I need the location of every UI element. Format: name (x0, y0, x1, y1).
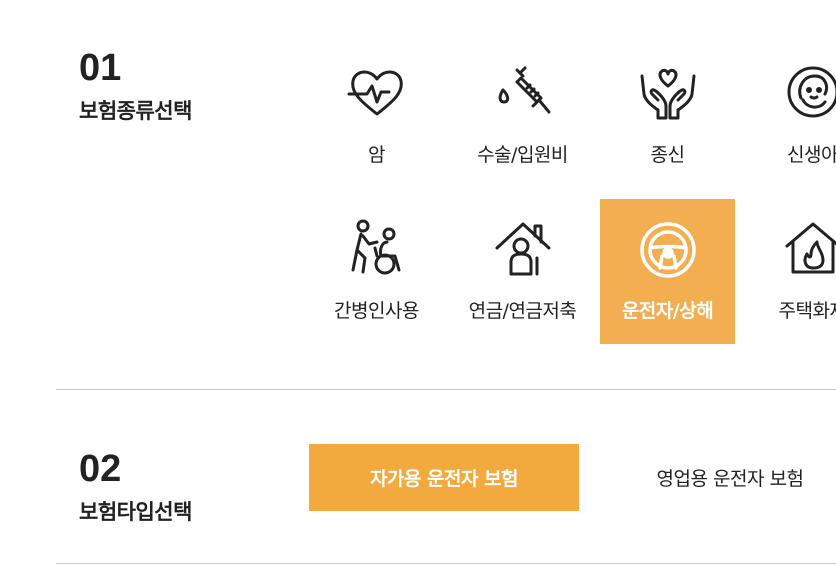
syringe-icon (498, 66, 550, 114)
category-caregiver[interactable]: 간병인사용 (309, 199, 444, 344)
category-label: 종신 (650, 144, 685, 166)
commercial-driver-insurance-button[interactable]: 영업용 운전자 보험 (595, 444, 836, 511)
private-driver-insurance-button[interactable]: 자가용 운전자 보험 (309, 444, 579, 511)
step-01-title: 보험종류선택 (79, 99, 192, 123)
section-divider (56, 563, 836, 564)
option-label: 자가용 운전자 보험 (369, 468, 519, 490)
section-divider (56, 389, 836, 390)
category-newborn[interactable]: 신생아 (745, 43, 836, 188)
category-house-fire[interactable]: 주택화재 (745, 199, 836, 344)
category-label: 신생아 (787, 144, 836, 166)
option-label: 영업용 운전자 보험 (656, 468, 804, 490)
steering-wheel-icon (639, 222, 696, 278)
category-label: 연금/연금저축 (468, 300, 577, 322)
step-01-number: 01 (79, 47, 122, 89)
hands-heart-icon (640, 68, 695, 120)
step-02-number: 02 (79, 448, 122, 490)
house-fire-icon (785, 222, 836, 274)
category-label: 간병인사용 (334, 300, 419, 322)
elder-home-icon (495, 222, 550, 276)
category-pension[interactable]: 연금/연금저축 (455, 199, 590, 344)
category-whole-life[interactable]: 종신 (600, 43, 735, 188)
caregiver-icon (351, 219, 400, 275)
category-driver-injury[interactable]: 운전자/상해 (600, 199, 735, 344)
step-02-title: 보험타입선택 (79, 500, 192, 524)
category-label: 주택화재 (778, 300, 836, 322)
category-cancer[interactable]: 암 (309, 43, 444, 188)
heart-pulse-icon (347, 70, 403, 116)
category-surgery[interactable]: 수술/입원비 (455, 43, 590, 188)
category-label: 수술/입원비 (477, 144, 568, 166)
baby-icon (787, 66, 836, 118)
category-label: 암 (368, 144, 385, 166)
category-label: 운전자/상해 (621, 300, 714, 322)
